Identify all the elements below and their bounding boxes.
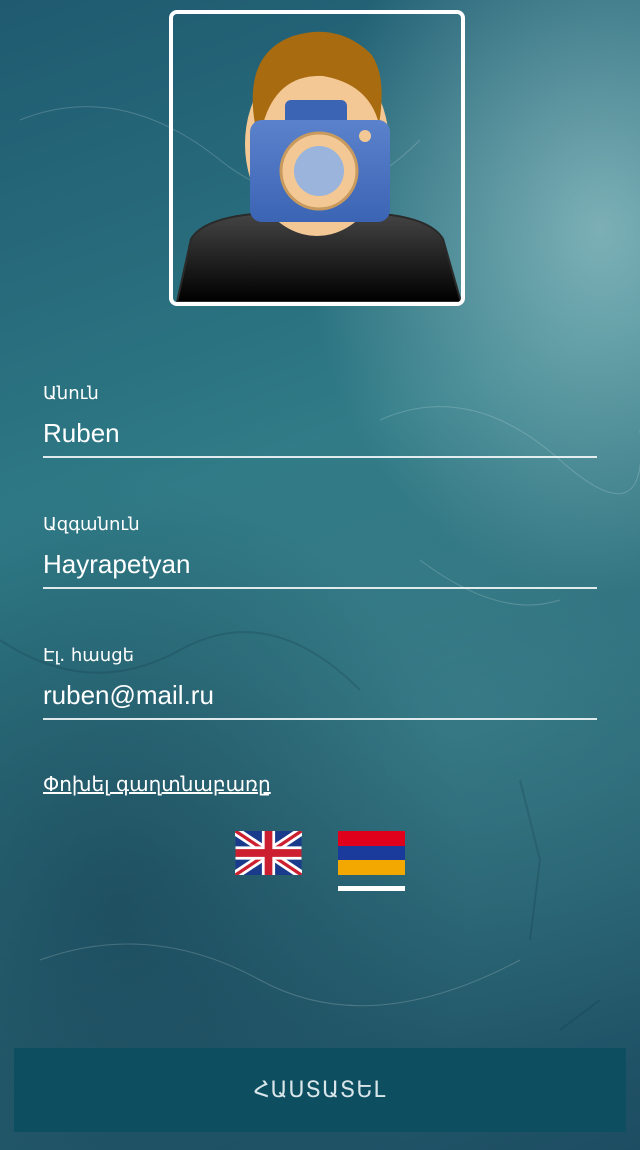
english-language-button[interactable] [235,831,302,875]
email-input[interactable] [43,678,597,720]
email-field: Էլ. հասցե [43,644,597,720]
change-password-link[interactable]: Փոխել գաղտնաբառը [43,772,271,796]
first-name-input[interactable] [43,416,597,458]
confirm-button[interactable]: ՀԱՍՏԱՏԵԼ [14,1048,626,1132]
first-name-field: Անուն [43,382,597,458]
last-name-field: Ազգանուն [43,513,597,589]
last-name-input[interactable] [43,547,597,589]
email-label: Էլ. հասցե [43,645,135,666]
armenia-flag-icon [338,831,405,875]
camera-person-icon [175,31,461,302]
armenian-language-button[interactable] [338,831,405,875]
last-name-label: Ազգանուն [43,514,140,535]
profile-photo-button[interactable] [169,10,465,306]
first-name-label: Անուն [43,383,99,404]
uk-flag-icon [235,831,302,875]
selected-language-indicator [338,886,405,891]
